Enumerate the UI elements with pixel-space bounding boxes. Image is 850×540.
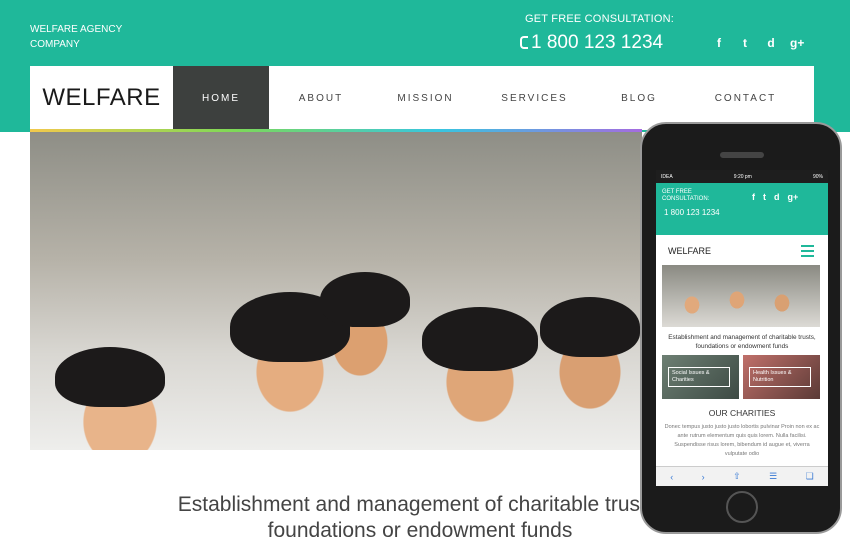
nav-item-services[interactable]: SERVICES (478, 66, 591, 130)
browser-toolbar: ‹ › ⇧ ☰ ❏ (656, 466, 828, 486)
forward-icon[interactable]: › (702, 472, 705, 482)
consultation-label: GET FREE CONSULTATION: (525, 13, 675, 25)
mobile-consultation-label: GET FREE CONSULTATION: (662, 189, 710, 202)
mobile-social-links: f t d g+ (752, 192, 798, 202)
mobile-status-bar: IDEA 9:20 pm 90% (656, 170, 828, 183)
mobile-nav: WELFARE (662, 237, 820, 264)
card-social-issues[interactable]: Social Issues & Charities (662, 355, 739, 399)
social-links: f t d g+ (712, 36, 804, 50)
child-hair (422, 307, 538, 371)
nav-item-about[interactable]: ABOUT (269, 66, 373, 130)
child-hair (540, 297, 640, 357)
twitter-icon[interactable]: t (763, 192, 766, 202)
charities-title: OUR CHARITIES (708, 408, 776, 418)
share-icon[interactable]: ⇧ (733, 471, 741, 482)
nav-item-home[interactable]: HOME (173, 66, 269, 130)
mobile-logo[interactable]: WELFARE (668, 246, 711, 256)
facebook-icon[interactable]: f (712, 36, 726, 50)
carrier-label: IDEA (661, 173, 673, 180)
mobile-top-bar: GET FREE CONSULTATION: 1 800 123 1234 f … (656, 183, 828, 235)
phone-speaker (720, 152, 764, 158)
mobile-phone-number[interactable]: 1 800 123 1234 (664, 208, 720, 217)
mobile-tagline: Establishment and management of charitab… (668, 334, 816, 350)
phone-mockup: IDEA 9:20 pm 90% GET FREE CONSULTATION: … (640, 122, 842, 534)
mobile-cards: Social Issues & Charities Health Issues … (662, 355, 820, 399)
site-logo[interactable]: WELFARE (30, 66, 173, 130)
phone-number-text: 1 800 123 1234 (531, 32, 664, 53)
dribbble-icon[interactable]: d (774, 192, 780, 202)
google-plus-icon[interactable]: g+ (788, 192, 799, 202)
dribbble-icon[interactable]: d (764, 36, 778, 50)
charities-text: Donec tempus justo justo justo lobortis … (664, 424, 820, 457)
child-hair (55, 347, 165, 407)
tabs-icon[interactable]: ❏ (806, 471, 814, 482)
bookmarks-icon[interactable]: ☰ (769, 471, 777, 482)
phone-number[interactable]: 1 800 123 1234 (520, 32, 663, 54)
mobile-screen: IDEA 9:20 pm 90% GET FREE CONSULTATION: … (656, 170, 828, 486)
main-nav: WELFARE HOME ABOUT MISSION SERVICES BLOG… (30, 66, 814, 130)
status-time: 9:20 pm (733, 173, 752, 180)
child-hair (320, 272, 410, 327)
google-plus-icon[interactable]: g+ (790, 36, 804, 50)
nav-item-contact[interactable]: CONTACT (687, 66, 804, 130)
phone-icon (520, 36, 528, 49)
facebook-icon[interactable]: f (752, 192, 755, 202)
card-label: Social Issues & Charities (668, 367, 730, 387)
hero-image (30, 132, 642, 450)
hero-tagline: Establishment and management of charitab… (177, 493, 663, 540)
company-name: WELFARE AGENCY COMPANY (30, 24, 123, 50)
phone-home-button (726, 491, 758, 523)
battery-label: 90% (812, 173, 823, 180)
hamburger-menu-icon[interactable] (801, 244, 814, 257)
card-label: Health Issues & Nutrition (749, 367, 811, 387)
card-health-issues[interactable]: Health Issues & Nutrition (743, 355, 820, 399)
back-icon[interactable]: ‹ (670, 472, 673, 482)
nav-item-blog[interactable]: BLOG (591, 66, 687, 130)
twitter-icon[interactable]: t (738, 36, 752, 50)
mobile-hero-image (662, 265, 820, 327)
nav-item-mission[interactable]: MISSION (373, 66, 478, 130)
